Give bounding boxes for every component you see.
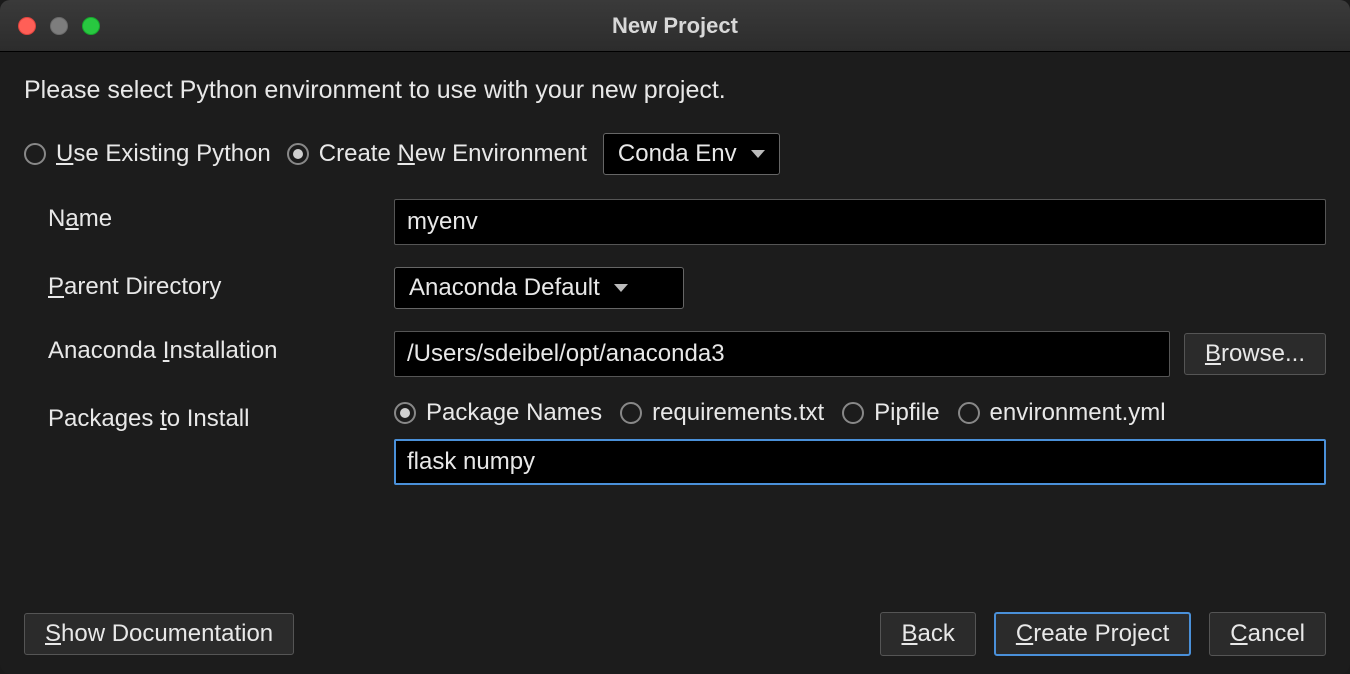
packages-to-install-label: Packages to Install bbox=[48, 399, 378, 433]
dialog-window: New Project Please select Python environ… bbox=[0, 0, 1350, 674]
chevron-down-icon bbox=[614, 284, 628, 292]
instruction-text: Please select Python environment to use … bbox=[24, 76, 1326, 105]
parent-directory-value: Anaconda Default bbox=[409, 274, 600, 302]
env-selection-row: Use Existing Python Create New Environme… bbox=[24, 133, 1326, 175]
show-documentation-button[interactable]: Show Documentation bbox=[24, 613, 294, 655]
parent-directory-dropdown[interactable]: Anaconda Default bbox=[394, 267, 684, 309]
package-names-label: Package Names bbox=[426, 399, 602, 427]
requirements-txt-radio[interactable] bbox=[620, 402, 642, 424]
chevron-down-icon bbox=[751, 150, 765, 158]
titlebar: New Project bbox=[0, 0, 1350, 52]
minimize-window-icon[interactable] bbox=[50, 17, 68, 35]
requirements-txt-label: requirements.txt bbox=[652, 399, 824, 427]
environment-yml-radio[interactable] bbox=[958, 402, 980, 424]
form-grid: Name Parent Directory Anaconda Default A… bbox=[24, 199, 1326, 485]
window-title: New Project bbox=[0, 13, 1350, 39]
name-label: Name bbox=[48, 199, 378, 233]
anaconda-installation-label: Anaconda Installation bbox=[48, 331, 378, 365]
package-names-radio[interactable] bbox=[394, 402, 416, 424]
env-type-dropdown[interactable]: Conda Env bbox=[603, 133, 780, 175]
pipfile-radio[interactable] bbox=[842, 402, 864, 424]
create-new-env-label: Create New Environment bbox=[319, 140, 587, 168]
back-button[interactable]: Back bbox=[880, 612, 975, 656]
window-controls bbox=[18, 17, 100, 35]
use-existing-python-label: Use Existing Python bbox=[56, 140, 271, 168]
browse-button[interactable]: Browse... bbox=[1184, 333, 1326, 375]
use-existing-python-radio[interactable] bbox=[24, 143, 46, 165]
create-new-env-radio[interactable] bbox=[287, 143, 309, 165]
package-source-row: Package Names requirements.txt Pipfile e… bbox=[394, 399, 1326, 427]
maximize-window-icon[interactable] bbox=[82, 17, 100, 35]
close-window-icon[interactable] bbox=[18, 17, 36, 35]
name-input[interactable] bbox=[394, 199, 1326, 245]
dialog-footer: Show Documentation Back Create Project C… bbox=[24, 594, 1326, 656]
anaconda-installation-input[interactable] bbox=[394, 331, 1170, 377]
packages-input[interactable] bbox=[394, 439, 1326, 485]
env-type-value: Conda Env bbox=[618, 140, 737, 168]
pipfile-label: Pipfile bbox=[874, 399, 939, 427]
create-project-button[interactable]: Create Project bbox=[994, 612, 1191, 656]
environment-yml-label: environment.yml bbox=[990, 399, 1166, 427]
parent-directory-label: Parent Directory bbox=[48, 267, 378, 301]
dialog-content: Please select Python environment to use … bbox=[0, 52, 1350, 674]
cancel-button[interactable]: Cancel bbox=[1209, 612, 1326, 656]
